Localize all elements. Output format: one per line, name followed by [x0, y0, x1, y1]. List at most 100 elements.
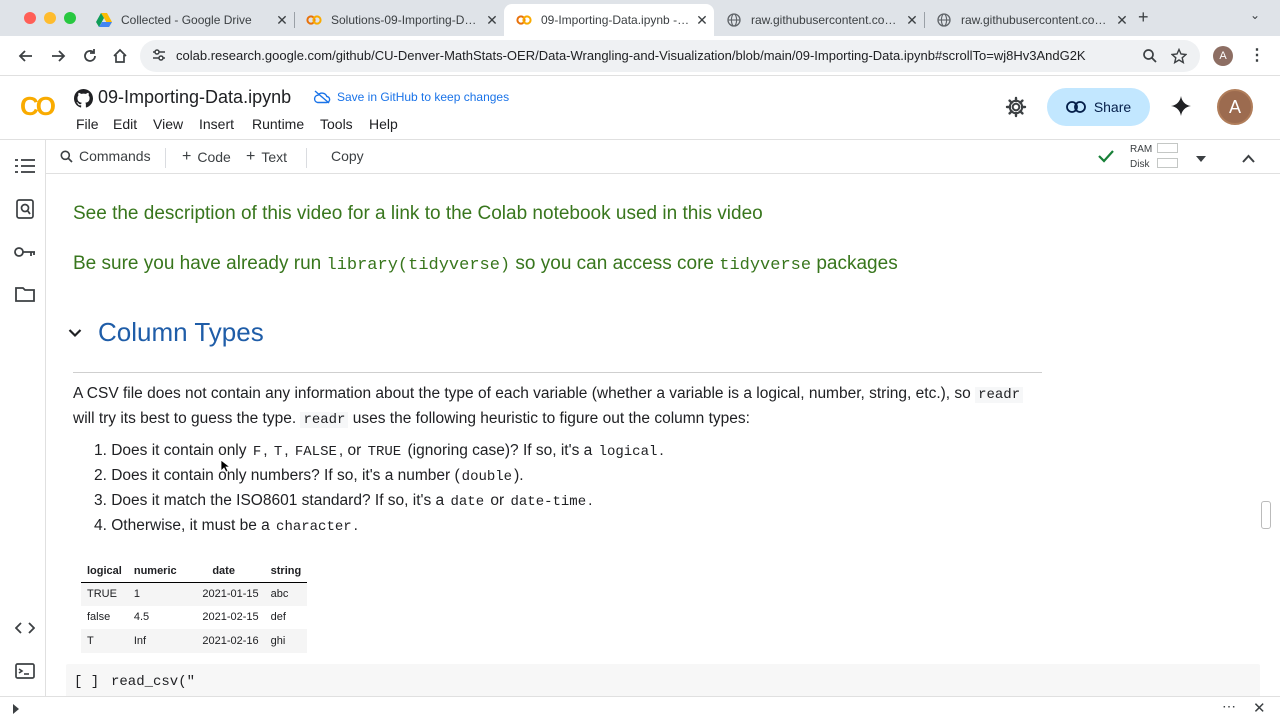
browser-tab-raw-2[interactable]: raw.githubusercontent.com/C ✕ [924, 4, 1134, 36]
browser-tab-current[interactable]: 09-Importing-Data.ipynb - Colab ✕ [504, 4, 714, 36]
site-settings-icon[interactable] [152, 48, 166, 67]
browser-profile-avatar[interactable]: A [1213, 46, 1233, 66]
plus-icon: + [246, 148, 256, 165]
table-row: T Inf 2021-02-16 ghi [81, 629, 308, 653]
mouse-cursor-icon [220, 459, 232, 478]
user-avatar[interactable]: A [1217, 89, 1253, 125]
table-header-cell: logical [81, 560, 128, 583]
table-cell: 2021-02-15 [202, 611, 259, 624]
menu-insert[interactable]: Insert [199, 116, 234, 132]
list-item: 3. Does it match the ISO8601 standard? I… [94, 492, 593, 510]
back-button[interactable] [14, 44, 38, 68]
disk-usage-bar [1157, 158, 1178, 168]
gemini-sparkle-icon[interactable] [1171, 96, 1191, 121]
menu-view[interactable]: View [153, 116, 183, 132]
url-text[interactable]: colab.research.google.com/github/CU-Denv… [176, 48, 1086, 63]
commands-button[interactable]: Commands [60, 148, 151, 164]
colab-logo[interactable]: CO [20, 91, 56, 122]
section-heading: Column Types [98, 317, 264, 347]
code-editor[interactable]: read_csv(" [111, 674, 195, 690]
settings-gear-icon[interactable] [1005, 96, 1027, 123]
close-tab-icon[interactable]: ✕ [900, 12, 924, 29]
plus-icon: + [182, 148, 192, 165]
expand-chevron-icon[interactable] [12, 702, 20, 720]
globe-icon [936, 12, 952, 28]
close-tab-icon[interactable]: ✕ [1110, 12, 1134, 29]
video-description-note: See the description of this video for a … [73, 203, 763, 224]
zoom-icon[interactable] [1138, 44, 1162, 68]
code-snippets-icon[interactable] [14, 617, 36, 639]
window-close-button[interactable] [24, 12, 36, 24]
close-panel-icon[interactable]: ✕ [1253, 699, 1266, 717]
find-replace-icon[interactable] [14, 198, 36, 220]
colab-icon [516, 12, 532, 28]
table-cell: T [81, 629, 128, 653]
window-zoom-button[interactable] [64, 12, 76, 24]
table-cell: ghi [264, 629, 308, 653]
table-of-contents-icon[interactable] [14, 155, 36, 177]
copy-to-drive-button[interactable]: Copy [331, 148, 364, 164]
url-omnibox[interactable]: colab.research.google.com/github/CU-Denv… [140, 40, 1200, 72]
colab-icon [306, 12, 322, 28]
list-item: 1. Does it contain only F, T, FALSE, or … [94, 442, 664, 460]
menu-runtime[interactable]: Runtime [252, 116, 304, 132]
table-header-row: logical numeric date string [81, 560, 308, 583]
close-tab-icon[interactable]: ✕ [270, 12, 294, 29]
reload-button[interactable] [78, 44, 102, 68]
window-minimize-button[interactable] [44, 12, 56, 24]
notebook-content: See the description of this video for a … [46, 175, 1280, 696]
share-button[interactable]: Share [1047, 88, 1150, 126]
forward-button[interactable] [46, 44, 70, 68]
table-header-cell: numeric [127, 560, 183, 583]
list-item: 2. Does it contain only numbers? If so, … [94, 467, 524, 485]
tidyverse-note: Be sure you have already run library(tid… [73, 253, 898, 275]
browser-tab-google-drive[interactable]: Collected - Google Drive ✕ [84, 4, 295, 36]
resources-dropdown-icon[interactable] [1196, 150, 1206, 168]
table-cell: 2021-01-15 [182, 582, 265, 606]
table-cell: Inf [127, 629, 183, 653]
more-options-icon[interactable]: ⋯ [1222, 698, 1236, 715]
table-cell: 2021-02-16 [182, 629, 265, 653]
browser-tab-raw-1[interactable]: raw.githubusercontent.com/h ✕ [714, 4, 925, 36]
close-tab-icon[interactable]: ✕ [690, 12, 714, 29]
notebook-title[interactable]: 09-Importing-Data.ipynb [98, 87, 291, 108]
code-cell[interactable]: [ ] read_csv(" [66, 664, 1260, 696]
table-cell: def [270, 611, 286, 624]
search-icon [60, 150, 73, 163]
browser-menu-icon[interactable]: ⋮ [1249, 45, 1265, 65]
bookmark-star-icon[interactable] [1167, 44, 1191, 68]
browser-tab-strip: Collected - Google Drive ✕ Solutions-09-… [0, 0, 1280, 36]
files-folder-icon[interactable] [14, 283, 36, 305]
notebook-toolbar: Commands + Code + Text Copy RAM Disk [0, 139, 1280, 174]
table-cell: 1 [127, 582, 183, 606]
browser-tab-solutions[interactable]: Solutions-09-Importing-Data.ipynb ✕ [294, 4, 504, 36]
home-button[interactable] [108, 44, 132, 68]
terminal-icon[interactable] [14, 660, 36, 682]
run-cell-button[interactable]: [ ] [74, 674, 99, 690]
secrets-key-icon[interactable] [14, 241, 36, 263]
add-code-cell-button[interactable]: + Code [182, 148, 231, 166]
bottom-status-bar: ⋯ ✕ [0, 696, 1280, 720]
resource-monitor[interactable]: RAM Disk [1130, 142, 1152, 172]
collapse-section-chevron-icon[interactable] [68, 325, 82, 343]
scrollbar-thumb[interactable] [1261, 501, 1271, 529]
tab-search-chevron-icon[interactable]: ⌄ [1250, 8, 1260, 22]
save-in-github-link[interactable]: Save in GitHub to keep changes [313, 90, 509, 104]
left-sidebar [0, 140, 46, 696]
menu-edit[interactable]: Edit [113, 116, 137, 132]
colab-header: CO 09-Importing-Data.ipynb Save in GitHu… [0, 77, 1280, 139]
list-item: 4. Otherwise, it must be a character. [94, 517, 358, 535]
column-types-table: logical numeric date string TRUE 1 2021-… [81, 560, 308, 653]
new-tab-button[interactable]: + [1138, 7, 1149, 28]
google-drive-icon [96, 12, 112, 28]
collapse-header-icon[interactable] [1242, 150, 1255, 168]
cloud-off-icon [313, 90, 331, 104]
menu-file[interactable]: File [76, 116, 99, 132]
table-cell: abc [264, 582, 308, 606]
menu-help[interactable]: Help [369, 116, 398, 132]
table-row: false 4.5 2021-02-15 def [81, 606, 307, 630]
close-tab-icon[interactable]: ✕ [480, 12, 504, 29]
menu-tools[interactable]: Tools [320, 116, 353, 132]
address-bar-row: colab.research.google.com/github/CU-Denv… [0, 36, 1280, 76]
add-text-cell-button[interactable]: + Text [246, 148, 287, 166]
